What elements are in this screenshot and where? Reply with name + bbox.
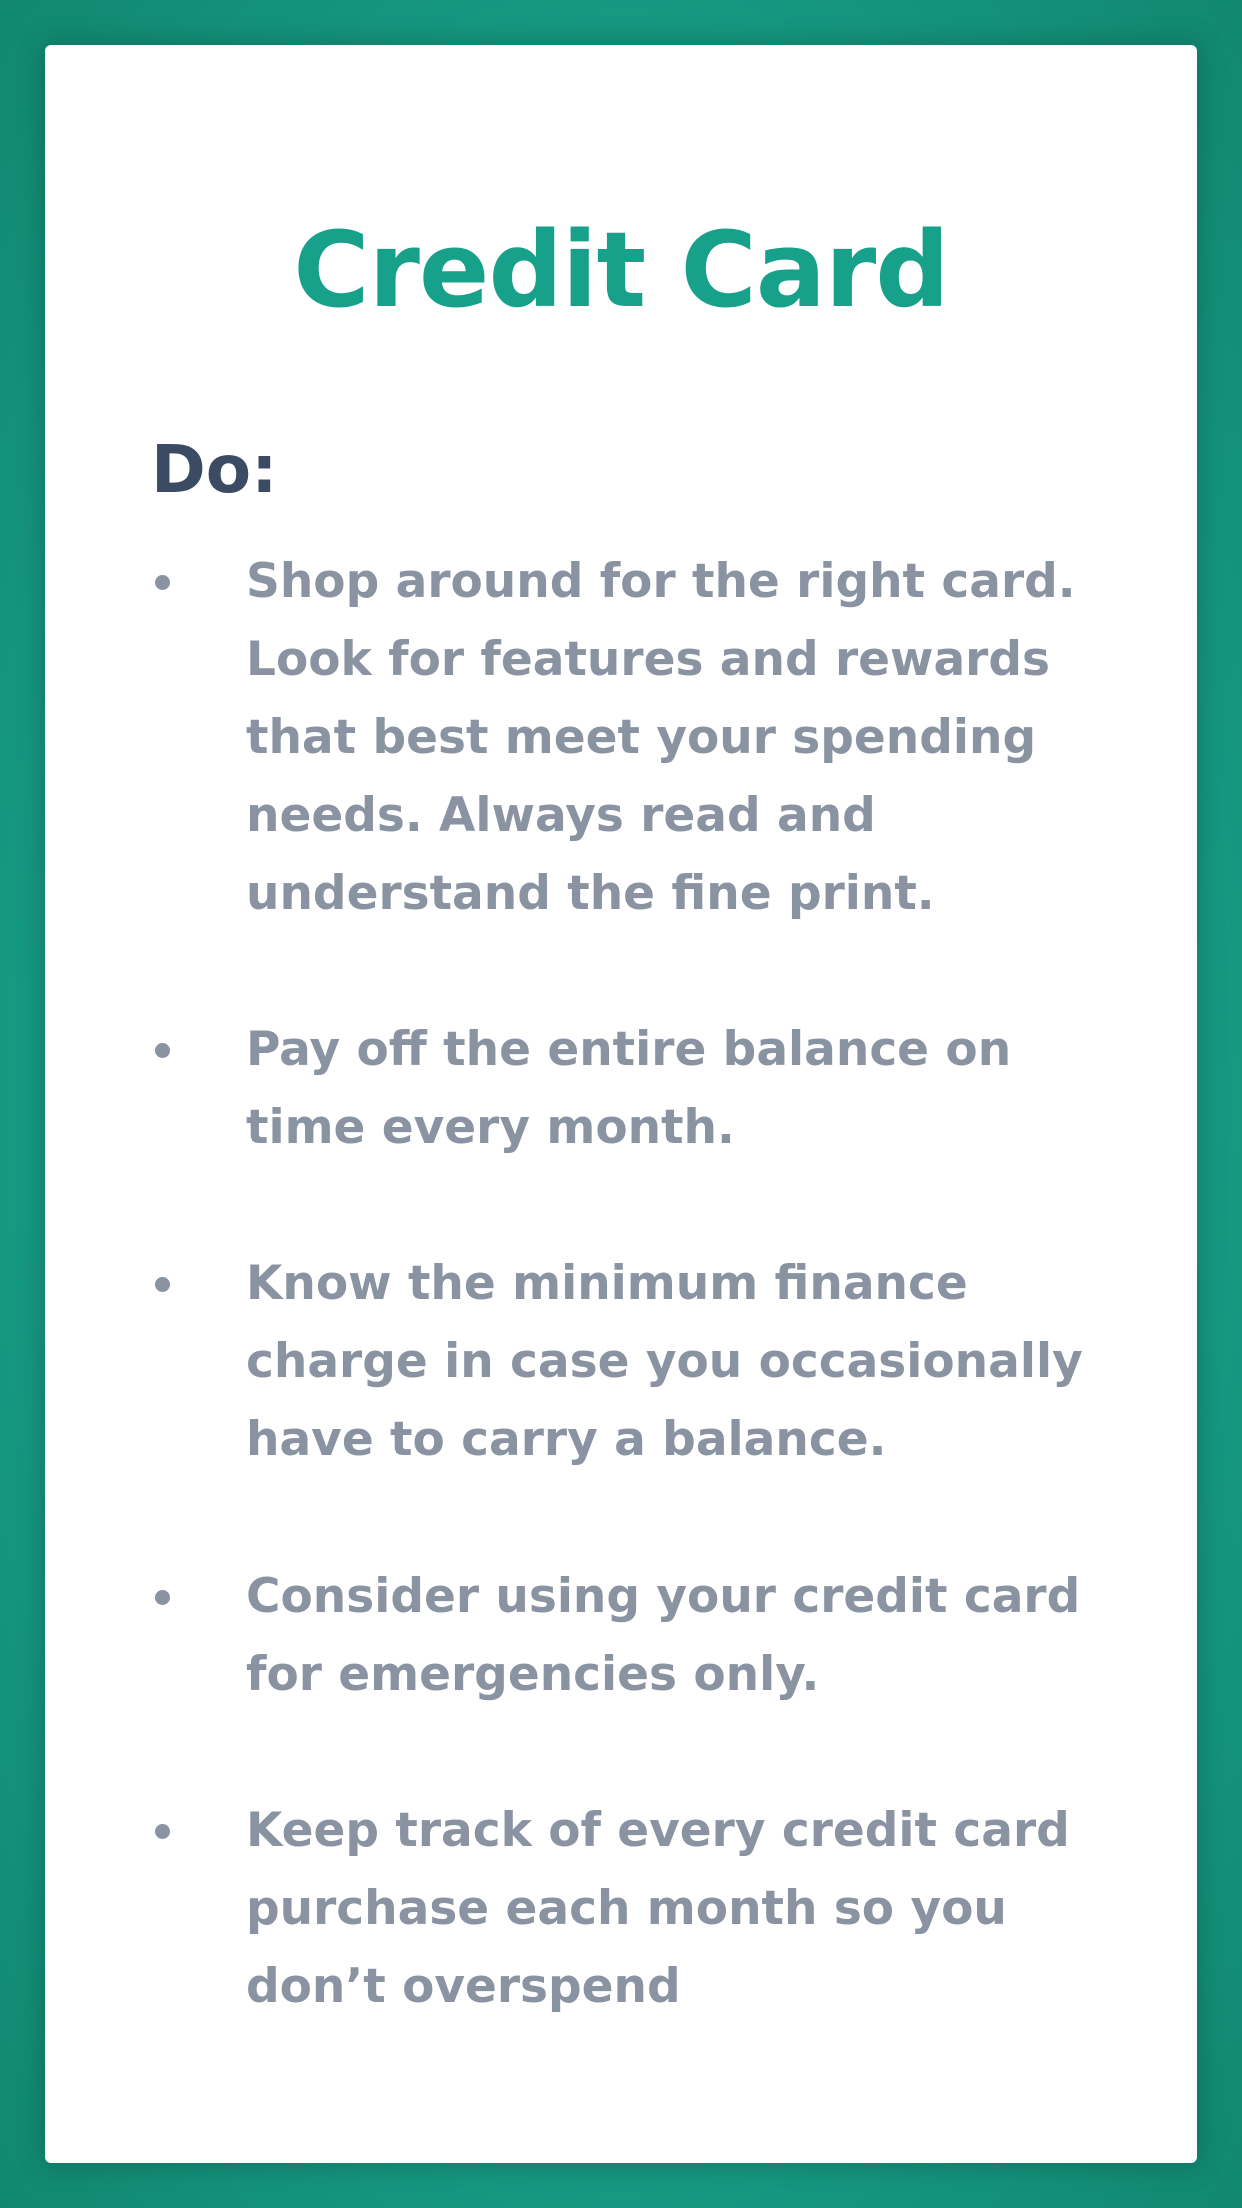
list-item-text: Consider using your credit card for emer… [246,1569,1081,1702]
list-item-text: Pay off the entire balance on time every… [246,1022,1012,1155]
bullet-icon [155,1277,170,1292]
tips-card: Credit Card Do: Shop around for the righ… [45,45,1197,2163]
bullet-icon [155,575,170,590]
list-item-text: Keep track of every credit card purchase… [246,1803,1070,2014]
list-item-text: Know the minimum finance charge in case … [246,1256,1083,1467]
card-title: Credit Card [293,209,949,331]
section-heading-do: Do: [151,431,278,508]
bullet-icon [155,1590,170,1605]
bullet-icon [155,1043,170,1058]
bullet-icon [155,1824,170,1839]
list-item-text: Shop around for the right card. Look for… [246,554,1076,921]
